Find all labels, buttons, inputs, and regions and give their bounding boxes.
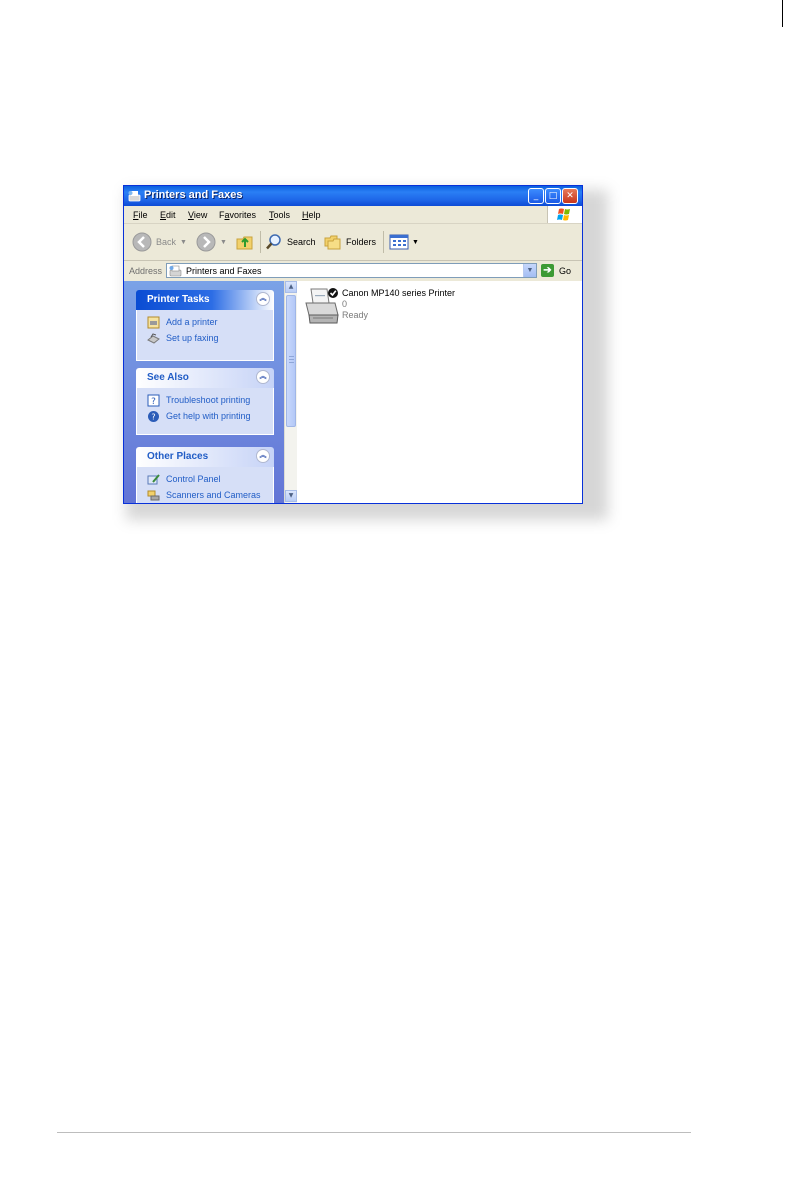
menu-favorites[interactable]: Favorites: [219, 210, 256, 220]
go-button[interactable]: ➔ Go: [541, 264, 571, 277]
windows-logo: [547, 206, 582, 223]
menu-file[interactable]: File: [133, 210, 148, 220]
scanner-camera-icon: [147, 490, 160, 501]
folders-button[interactable]: Folders: [324, 224, 376, 260]
address-dropdown-button[interactable]: ▼: [523, 264, 536, 277]
scroll-up-button[interactable]: ▲: [285, 281, 297, 293]
toolbar-separator: [260, 231, 261, 253]
close-button[interactable]: ✕: [562, 188, 578, 204]
control-panel-link[interactable]: Control Panel: [137, 473, 273, 489]
panel-title: Other Places: [147, 451, 209, 462]
other-places-header[interactable]: Other Places ︽: [136, 447, 274, 467]
views-icon: [389, 234, 409, 250]
go-label: Go: [559, 265, 572, 276]
svg-text:?: ?: [151, 397, 156, 407]
see-also-panel: See Also ︽ ? Troubleshoot printing ? Get…: [136, 368, 274, 435]
task-pane-scrollbar[interactable]: ▲ ▼: [284, 281, 297, 503]
scroll-grip: [289, 356, 294, 357]
add-printer-link[interactable]: Add a printer: [137, 316, 273, 332]
scroll-down-button[interactable]: ▼: [285, 490, 297, 502]
troubleshoot-printing-link[interactable]: ? Troubleshoot printing: [137, 394, 273, 410]
back-label: Back: [156, 237, 177, 247]
forward-arrow-icon: [196, 232, 216, 252]
address-label: Address: [129, 266, 163, 276]
help-book-icon: ?: [147, 394, 160, 407]
maximize-button[interactable]: □: [545, 188, 561, 204]
page-footer-rule: [57, 1132, 691, 1133]
chevron-down-icon: ▼: [288, 492, 294, 499]
search-icon: [266, 234, 281, 250]
up-folder-icon: [236, 236, 253, 250]
minimize-icon: _: [533, 191, 539, 201]
search-label: Search: [287, 237, 316, 247]
standard-toolbar: Back ▼ ▼ Search Folders ▼: [124, 224, 582, 261]
other-places-panel: Other Places ︽ Control Panel Scanners an…: [136, 447, 274, 503]
fax-icon: [147, 333, 160, 344]
collapse-chevron-icon[interactable]: ︽: [256, 449, 270, 463]
up-folder-button[interactable]: [236, 224, 254, 260]
collapse-chevron-icon[interactable]: ︽: [256, 370, 270, 384]
panel-title: Printer Tasks: [147, 294, 210, 305]
title-bar[interactable]: Printers and Faxes _ □ ✕: [124, 186, 582, 206]
printers-folder-icon: [128, 191, 141, 202]
crop-mark: [782, 22, 783, 27]
see-also-body: ? Troubleshoot printing ? Get help with …: [136, 388, 274, 435]
chevron-up-icon: ▲: [288, 283, 294, 290]
svg-text:?: ?: [151, 413, 155, 422]
address-bar: Address Printers and Faxes ▼ ➔ Go: [124, 261, 582, 282]
get-help-printing-link[interactable]: ? Get help with printing: [137, 410, 273, 426]
menu-view[interactable]: View: [188, 210, 207, 220]
other-places-body: Control Panel Scanners and Cameras: [136, 467, 274, 503]
see-also-header[interactable]: See Also ︽: [136, 368, 274, 388]
back-button[interactable]: Back ▼: [132, 224, 187, 260]
printer-tasks-panel: Printer Tasks ︽ Add a printer Set up fax…: [136, 290, 274, 361]
scroll-grip: [289, 359, 294, 360]
window-title: Printers and Faxes: [144, 189, 243, 201]
close-icon: ✕: [566, 191, 574, 201]
chevron-down-icon: ▼: [526, 267, 534, 274]
printer-documents: 0: [342, 299, 348, 309]
menu-tools[interactable]: Tools: [269, 210, 290, 220]
views-dropdown-icon[interactable]: ▼: [412, 239, 419, 246]
maximize-icon: □: [548, 191, 558, 201]
set-up-faxing-link[interactable]: Set up faxing: [137, 332, 273, 348]
printer-icon: [305, 288, 339, 324]
printer-tasks-body: Add a printer Set up faxing: [136, 310, 274, 361]
scroll-grip: [289, 362, 294, 363]
menu-edit[interactable]: Edit: [160, 210, 176, 220]
menu-bar: File Edit View Favorites Tools Help: [124, 206, 582, 224]
scroll-thumb[interactable]: [286, 295, 296, 427]
printer-name: Canon MP140 series Printer: [342, 288, 456, 298]
printer-status: Ready: [342, 310, 369, 320]
search-button[interactable]: Search: [265, 224, 316, 260]
collapse-chevron-icon[interactable]: ︽: [256, 292, 270, 306]
minimize-button[interactable]: _: [528, 188, 544, 204]
folders-label: Folders: [346, 237, 377, 247]
scanners-cameras-link[interactable]: Scanners and Cameras: [137, 489, 273, 503]
crop-mark: [782, 0, 783, 22]
views-button[interactable]: ▼: [389, 224, 419, 260]
file-list-pane: Canon MP140 series Printer 0 Ready: [297, 281, 582, 503]
toolbar-separator: [383, 231, 384, 253]
menu-help[interactable]: Help: [302, 210, 321, 220]
add-printer-icon: [147, 316, 160, 329]
back-arrow-icon: [132, 232, 152, 252]
panel-title: See Also: [147, 372, 189, 383]
help-circle-icon: ?: [148, 411, 159, 422]
forward-button[interactable]: ▼: [196, 224, 227, 260]
address-input[interactable]: Printers and Faxes ▼: [166, 263, 537, 278]
printers-folder-icon: [169, 265, 182, 277]
printer-item[interactable]: Canon MP140 series Printer 0 Ready: [303, 285, 473, 333]
forward-dropdown-icon[interactable]: ▼: [220, 239, 227, 246]
go-arrow-icon: ➔: [541, 264, 554, 277]
printer-tasks-header[interactable]: Printer Tasks ︽: [136, 290, 274, 310]
control-panel-icon: [147, 474, 160, 485]
windows-flag-icon: [557, 208, 570, 221]
explorer-window: Printers and Faxes _ □ ✕ File Edit View …: [123, 185, 583, 504]
address-value: Printers and Faxes: [186, 266, 262, 276]
content-area: Printer Tasks ︽ Add a printer Set up fax…: [124, 281, 582, 503]
back-dropdown-icon[interactable]: ▼: [180, 239, 187, 246]
task-pane: Printer Tasks ︽ Add a printer Set up fax…: [124, 281, 284, 503]
folders-icon: [324, 235, 341, 250]
